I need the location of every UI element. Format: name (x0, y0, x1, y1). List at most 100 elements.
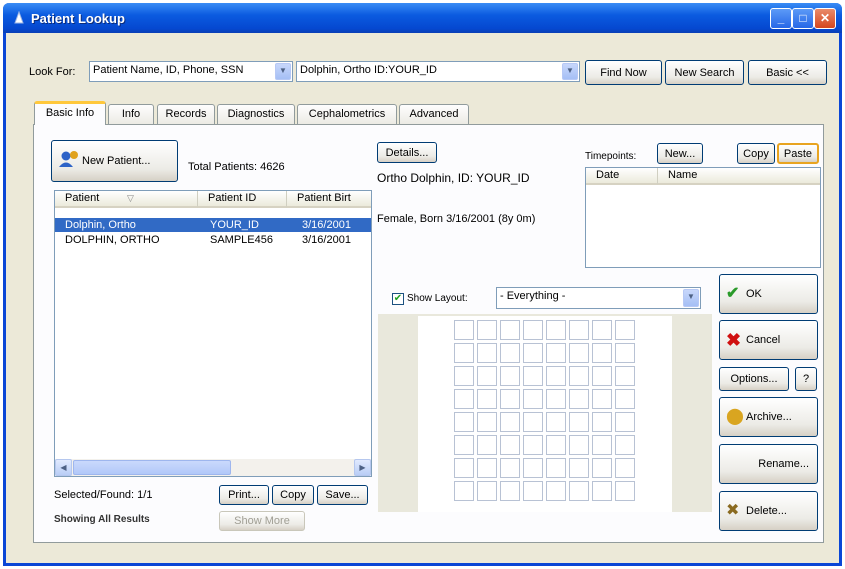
ok-button[interactable]: ✔ OK (719, 274, 818, 314)
layout-slot (477, 458, 497, 478)
new-patient-button[interactable]: New Patient... (51, 140, 178, 182)
minimize-button[interactable]: _ (770, 8, 792, 29)
sort-icon: ▽ (127, 193, 134, 203)
close-button[interactable]: ✕ (814, 8, 836, 29)
rename-button[interactable]: Rename... (719, 444, 818, 484)
layout-slot (569, 481, 589, 501)
layout-slot (569, 343, 589, 363)
help-button[interactable]: ? (795, 367, 817, 391)
patient-summary-line1: Ortho Dolphin, ID: YOUR_ID (377, 171, 530, 185)
show-layout-checkbox[interactable]: ✔ (392, 293, 404, 305)
tab-advanced[interactable]: Advanced (399, 104, 469, 124)
layout-slot (500, 481, 520, 501)
look-for-label: Look For: (29, 66, 76, 78)
cancel-button[interactable]: ✖ Cancel (719, 320, 818, 360)
tab-info[interactable]: Info (108, 104, 154, 124)
copy-list-button[interactable]: Copy (272, 485, 314, 505)
column-header-date[interactable]: Date (586, 168, 658, 185)
layout-slot (615, 435, 635, 455)
scroll-left-icon[interactable]: ◀ (55, 459, 72, 476)
new-timepoint-button[interactable]: New... (657, 143, 703, 164)
tab-basic-info[interactable]: Basic Info (34, 101, 106, 125)
layout-select[interactable]: - Everything - ▼ (496, 287, 701, 309)
show-more-button[interactable]: Show More (219, 511, 305, 531)
checkmark-icon: ✔ (726, 285, 740, 302)
layout-slot (523, 389, 543, 409)
find-now-button[interactable]: Find Now (585, 60, 662, 85)
table-row[interactable]: Dolphin, Ortho YOUR_ID 3/16/2001 (55, 218, 371, 232)
search-input[interactable]: Dolphin, Ortho ID:YOUR_ID ▼ (296, 61, 580, 82)
details-button[interactable]: Details... (377, 142, 437, 163)
basic-info-panel: New Patient... Total Patients: 4626 Pati… (33, 124, 824, 543)
delete-button[interactable]: ✖ Delete... (719, 491, 818, 531)
print-button[interactable]: Print... (219, 485, 269, 505)
layout-slot (523, 435, 543, 455)
layout-slot (546, 481, 566, 501)
layout-slot (500, 343, 520, 363)
layout-slot (569, 366, 589, 386)
layout-preview-canvas (418, 316, 672, 512)
delete-label: Delete... (746, 505, 787, 517)
layout-slot (615, 366, 635, 386)
save-list-button[interactable]: Save... (317, 485, 368, 505)
options-button[interactable]: Options... (719, 367, 789, 391)
layout-slot (500, 366, 520, 386)
layout-slot (615, 389, 635, 409)
layout-slot (477, 320, 497, 340)
total-patients: Total Patients: 4626 (188, 161, 285, 173)
basic-toggle-button[interactable]: Basic << (748, 60, 827, 85)
archive-label: Archive... (746, 411, 792, 423)
title-bar[interactable]: Patient Lookup _ □ ✕ (3, 3, 842, 33)
search-field-selector[interactable]: Patient Name, ID, Phone, SSN ▼ (89, 61, 293, 82)
chevron-down-icon[interactable]: ▼ (562, 63, 578, 80)
layout-slot (592, 435, 612, 455)
new-patient-icon (58, 150, 80, 172)
layout-slot (569, 458, 589, 478)
scrollbar-thumb[interactable] (73, 460, 231, 475)
chevron-down-icon[interactable]: ▼ (275, 63, 291, 80)
timepoints-list[interactable]: Date Name (585, 167, 821, 268)
maximize-button[interactable]: □ (792, 8, 814, 29)
layout-slot (546, 435, 566, 455)
chevron-down-icon[interactable]: ▼ (683, 289, 699, 307)
layout-slot (500, 458, 520, 478)
layout-slot (546, 320, 566, 340)
layout-slot (546, 412, 566, 432)
layout-slot (546, 458, 566, 478)
patient-list[interactable]: Patient ▽ Patient ID Patient Birt Dolphi… (54, 190, 372, 477)
layout-slot (546, 366, 566, 386)
column-header-patient-birth[interactable]: Patient Birt (287, 191, 371, 208)
layout-slot (477, 435, 497, 455)
new-patient-label: New Patient... (82, 155, 151, 167)
new-search-button[interactable]: New Search (665, 60, 744, 85)
tab-diagnostics[interactable]: Diagnostics (217, 104, 295, 124)
column-header-patient-label: Patient (65, 192, 100, 204)
column-header-patient[interactable]: Patient ▽ (55, 191, 198, 208)
layout-slot (569, 320, 589, 340)
archive-button[interactable]: ⬤ Archive... (719, 397, 818, 437)
tab-records[interactable]: Records (157, 104, 215, 124)
horizontal-scrollbar[interactable]: ◀ ▶ (55, 459, 371, 476)
table-row[interactable]: DOLPHIN, ORTHO SAMPLE456 3/16/2001 (55, 233, 371, 247)
layout-slot (592, 320, 612, 340)
copy-timepoint-button[interactable]: Copy (737, 143, 775, 164)
layout-slot (615, 412, 635, 432)
cancel-x-icon: ✖ (726, 330, 742, 350)
layout-slot (477, 389, 497, 409)
column-header-patient-id[interactable]: Patient ID (198, 191, 287, 208)
column-header-name[interactable]: Name (658, 168, 820, 185)
patient-lookup-window: Patient Lookup _ □ ✕ Look For: Patient N… (3, 3, 842, 566)
patient-summary-line2: Female, Born 3/16/2001 (8y 0m) (377, 213, 536, 225)
layout-slot (592, 366, 612, 386)
layout-slot (477, 343, 497, 363)
patient-name-cell: DOLPHIN, ORTHO (65, 234, 160, 246)
layout-slot (523, 481, 543, 501)
layout-slot (523, 366, 543, 386)
layout-slot (454, 343, 474, 363)
layout-slot (569, 389, 589, 409)
paste-timepoint-button[interactable]: Paste (777, 143, 819, 164)
tab-cephalometrics[interactable]: Cephalometrics (297, 104, 397, 124)
layout-slot (500, 320, 520, 340)
scroll-right-icon[interactable]: ▶ (354, 459, 371, 476)
layout-slot (454, 320, 474, 340)
